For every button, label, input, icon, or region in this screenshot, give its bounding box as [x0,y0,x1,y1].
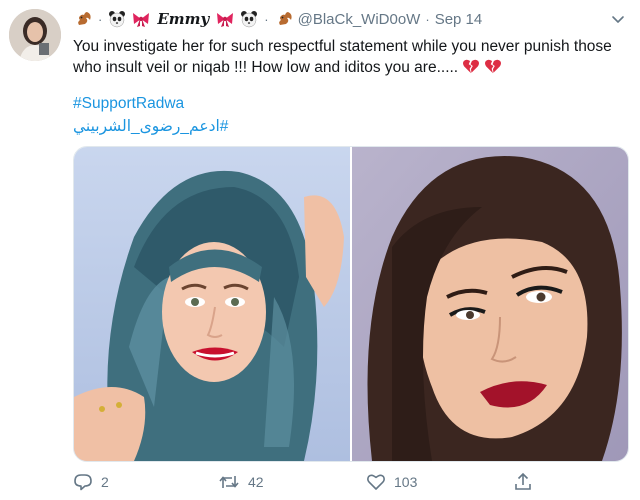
retweet-icon [218,472,240,492]
tweet-text-container: You investigate her for such respectful … [73,37,613,81]
reply-icon [73,472,93,492]
like-button[interactable]: 103 [366,470,417,494]
like-count: 103 [394,474,418,490]
bow-icon [215,9,235,29]
retweet-count: 42 [248,474,264,490]
tweet-actions: 2 42 103 [73,470,613,494]
separator-dot: · [98,11,103,27]
bow-icon [131,9,151,29]
display-name[interactable]: Emmy [155,10,211,28]
reply-count: 2 [101,474,109,490]
panda-icon [239,9,259,29]
hashtag-link[interactable]: #ادعم_رضوى_الشربيني [73,117,228,136]
panda-icon [107,9,127,29]
share-button[interactable] [513,470,533,494]
retweet-button[interactable]: 42 [218,470,264,494]
separator-dot: · [425,11,430,27]
share-icon [513,472,533,492]
heart-icon [366,472,386,492]
broken-heart-icon [462,57,480,81]
squirrel-icon [274,9,294,29]
tweet-text: You investigate her for such respectful … [73,38,612,76]
reply-button[interactable]: 2 [73,470,109,494]
hashtag-link[interactable]: #SupportRadwa [73,95,184,113]
woman-smiling-photo[interactable] [352,147,628,461]
squirrel-icon [73,9,93,29]
tweet-header: · Emmy · @BlaCk_WiD0oW · Sep 14 [73,8,482,30]
avatar[interactable] [9,9,61,61]
woman-in-hijab-photo[interactable] [74,147,350,461]
broken-heart-icon [484,57,502,81]
media-grid [73,146,629,462]
chevron-down-icon[interactable] [610,11,626,27]
tweet-date[interactable]: Sep 14 [435,11,483,28]
user-handle[interactable]: @BlaCk_WiD0oW [298,11,421,28]
separator-dot: · [264,11,269,27]
tweet: · Emmy · @BlaCk_WiD0oW · Sep 14 You inve… [0,0,640,500]
